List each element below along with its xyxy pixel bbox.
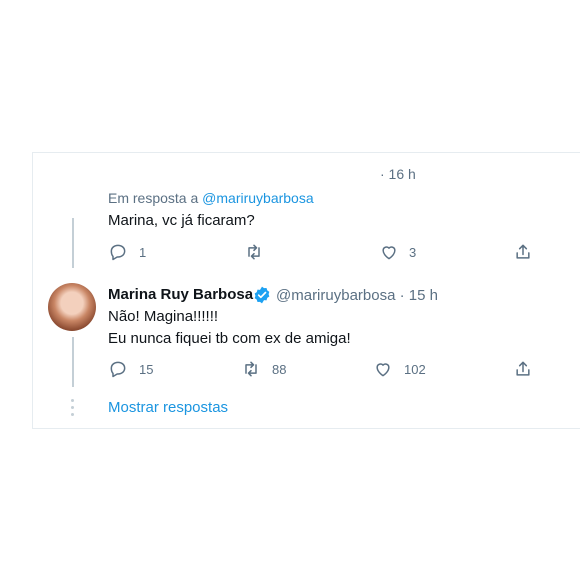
main-tweet-text-line2: Eu nunca fiquei tb com ex de amiga! bbox=[108, 330, 351, 347]
author-name[interactable]: Marina Ruy Barbosa bbox=[108, 286, 253, 303]
reply-tweet-text: Marina, vc já ficaram? bbox=[108, 212, 255, 229]
reply-icon[interactable] bbox=[108, 359, 128, 379]
reply-count: 15 bbox=[139, 362, 154, 377]
retweet-icon[interactable] bbox=[244, 242, 264, 262]
in-reply-handle-link[interactable]: @mariruybarbosa bbox=[202, 190, 313, 206]
like-count: 102 bbox=[404, 362, 426, 377]
reply-count: 1 bbox=[139, 245, 147, 260]
avatar[interactable] bbox=[48, 283, 96, 331]
retweet-icon[interactable] bbox=[241, 359, 261, 379]
share-icon[interactable] bbox=[513, 359, 533, 379]
in-reply-to: Em resposta a @mariruybarbosa bbox=[108, 190, 314, 206]
show-replies-link[interactable]: Mostrar respostas bbox=[108, 399, 228, 416]
author-handle-time[interactable]: @mariruybarbosa · 15 h bbox=[276, 287, 438, 304]
verified-badge-icon bbox=[254, 286, 270, 304]
more-dot bbox=[71, 399, 74, 402]
thread-connector-bottom bbox=[72, 337, 74, 387]
thread-connector-top bbox=[72, 218, 74, 268]
like-icon[interactable] bbox=[373, 359, 393, 379]
more-dot bbox=[71, 406, 74, 409]
more-dot bbox=[71, 413, 74, 416]
like-icon[interactable] bbox=[379, 242, 399, 262]
reply-timestamp[interactable]: · 16 h bbox=[380, 166, 416, 182]
retweet-count: 88 bbox=[272, 362, 287, 377]
share-icon[interactable] bbox=[513, 242, 533, 262]
reply-icon[interactable] bbox=[108, 242, 128, 262]
in-reply-prefix: Em resposta a bbox=[108, 190, 199, 206]
main-tweet-text-line1: Não! Magina!!!!!! bbox=[108, 308, 219, 325]
like-count: 3 bbox=[409, 245, 417, 260]
